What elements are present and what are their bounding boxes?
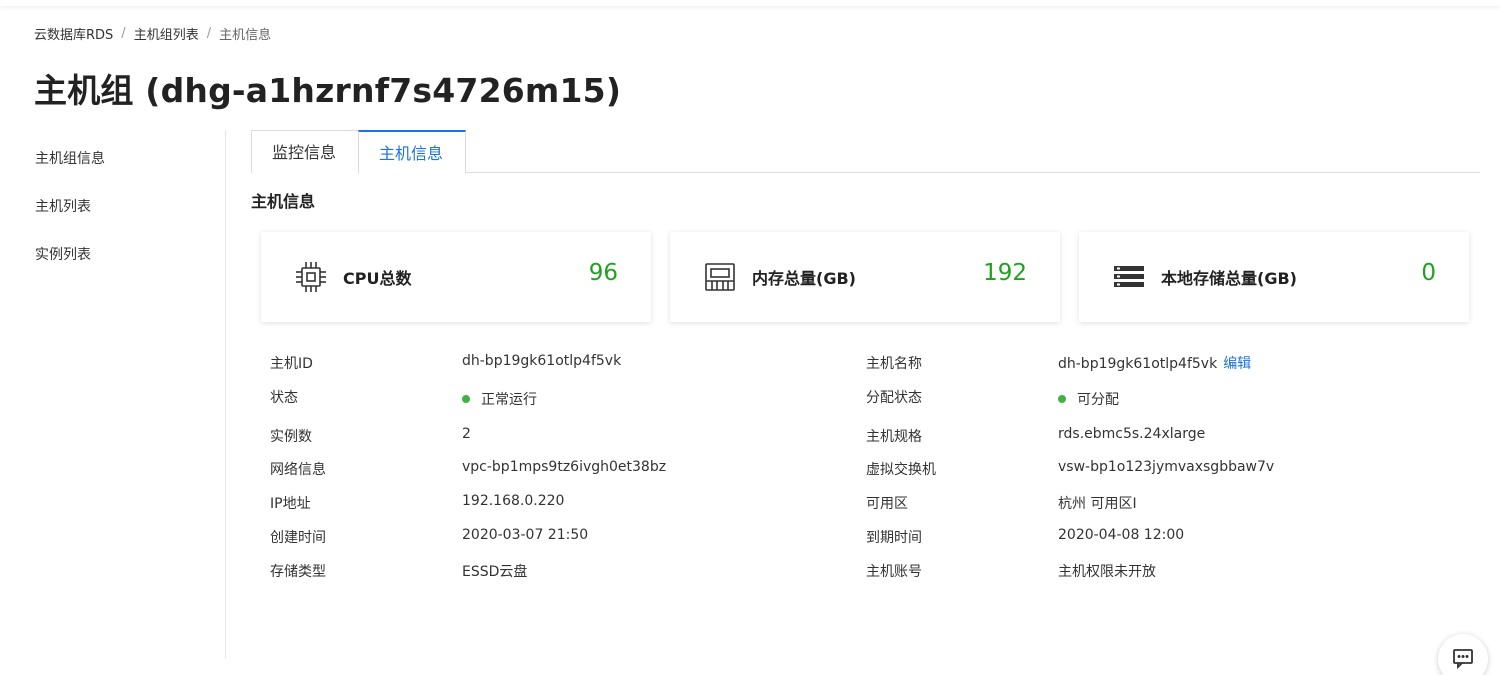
storage-type-value: ESSD云盘: [462, 564, 528, 580]
stat-value: 0: [1421, 260, 1436, 286]
breadcrumb-separator: /: [206, 26, 212, 41]
info-key: 主机规格: [866, 429, 922, 445]
info-key: 主机名称: [866, 356, 922, 372]
breadcrumb: 云数据库RDS / 主机组列表 / 主机信息: [34, 24, 271, 43]
top-shadow: [0, 0, 1500, 6]
stat-label: 内存总量(GB): [752, 269, 856, 288]
chat-button[interactable]: [1438, 634, 1488, 675]
info-key: 状态: [270, 390, 298, 406]
ip-address-value: 192.168.0.220: [462, 493, 565, 509]
info-key: 网络信息: [270, 462, 326, 478]
created-time-value: 2020-03-07 21:50: [462, 527, 589, 543]
cpu-icon: [293, 259, 329, 295]
info-key: 创建时间: [270, 530, 326, 546]
info-key: 分配状态: [866, 390, 922, 406]
sidebar-item-host-list[interactable]: 主机列表: [35, 196, 91, 216]
status-value: 正常运行: [462, 389, 537, 409]
host-id-value: dh-bp19gk61otlp4f5vk: [462, 353, 622, 369]
instance-count-value: 2: [462, 426, 471, 442]
page-title: 主机组 (dhg-a1hzrnf7s4726m15): [34, 71, 622, 110]
edit-link[interactable]: 编辑: [1223, 356, 1251, 372]
stat-value: 96: [588, 260, 618, 286]
stat-value: 192: [983, 260, 1027, 286]
info-key: 主机账号: [866, 564, 922, 580]
sidebar: 主机组信息 主机列表 实例列表: [0, 130, 226, 658]
stat-label: CPU总数: [343, 269, 412, 288]
stat-label: 本地存储总量(GB): [1161, 269, 1297, 288]
host-spec-value: rds.ebmc5s.24xlarge: [1058, 426, 1206, 442]
host-name-value: dh-bp19gk61otlp4f5vk 编辑: [1058, 353, 1251, 373]
stat-card-storage: 本地存储总量(GB) 0: [1079, 232, 1469, 322]
breadcrumb-current: 主机信息: [219, 28, 272, 43]
sidebar-item-instance-list[interactable]: 实例列表: [35, 244, 91, 264]
tab-bar: 监控信息 主机信息: [251, 130, 1480, 174]
status-text: 正常运行: [481, 392, 537, 408]
host-account-value: 主机权限未开放: [1058, 564, 1156, 580]
network-value: vpc-bp1mps9tz6ivgh0et38bz: [462, 459, 667, 475]
allocation-status-text: 可分配: [1077, 392, 1119, 408]
storage-icon: [1111, 259, 1147, 295]
tab-monitoring[interactable]: 监控信息: [251, 130, 359, 173]
info-key: 虚拟交换机: [866, 462, 936, 478]
stat-card-cpu: CPU总数 96: [261, 232, 651, 322]
allocation-status-value: 可分配: [1058, 389, 1119, 409]
memory-icon: [702, 259, 738, 295]
host-name-text: dh-bp19gk61otlp4f5vk: [1058, 356, 1218, 372]
info-key: 可用区: [866, 496, 908, 512]
breadcrumb-host-group-list[interactable]: 主机组列表: [134, 24, 199, 43]
info-key: 存储类型: [270, 564, 326, 580]
zone-value: 杭州 可用区I: [1058, 496, 1137, 512]
status-dot-icon: [1058, 395, 1066, 403]
expire-time-value: 2020-04-08 12:00: [1058, 527, 1185, 543]
vswitch-value: vsw-bp1o123jymvaxsgbbaw7v: [1058, 459, 1275, 475]
info-key: 实例数: [270, 429, 312, 445]
info-key: 到期时间: [866, 530, 922, 546]
section-title: 主机信息: [251, 192, 316, 211]
info-key: 主机ID: [270, 356, 313, 372]
status-dot-icon: [462, 395, 470, 403]
sidebar-item-host-group-info[interactable]: 主机组信息: [35, 148, 105, 168]
tab-host-info[interactable]: 主机信息: [358, 130, 466, 174]
breadcrumb-separator: /: [121, 26, 126, 41]
info-key: IP地址: [270, 496, 311, 512]
stat-card-memory: 内存总量(GB) 192: [670, 232, 1060, 322]
breadcrumb-rds[interactable]: 云数据库RDS: [34, 24, 113, 43]
